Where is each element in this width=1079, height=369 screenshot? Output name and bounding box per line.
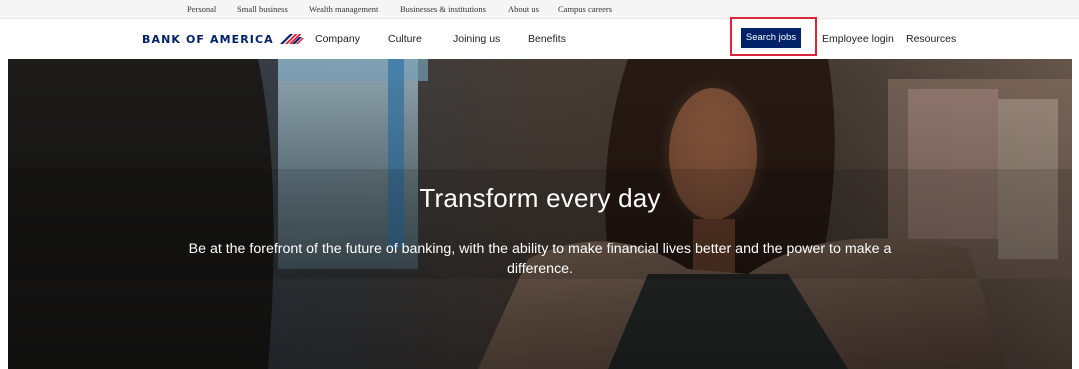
- utility-link-businesses[interactable]: Businesses & institutions: [400, 4, 486, 14]
- hero-banner: Transform every day Be at the forefront …: [8, 59, 1072, 369]
- main-nav: BANK OF AMERICA Company Culture Joining …: [0, 17, 1079, 59]
- utility-link-campus-careers[interactable]: Campus careers: [558, 4, 612, 14]
- nav-joining-us[interactable]: Joining us: [453, 33, 500, 45]
- utility-link-personal[interactable]: Personal: [187, 4, 216, 14]
- utility-link-about-us[interactable]: About us: [508, 4, 539, 14]
- hero-photo: [8, 59, 1072, 369]
- hero-subtitle: Be at the forefront of the future of ban…: [188, 241, 892, 277]
- utility-bar: Personal Small business Wealth managemen…: [0, 0, 1079, 19]
- flag-logo-icon: [279, 34, 304, 44]
- employee-login-link[interactable]: Employee login: [822, 33, 894, 45]
- utility-link-small-business[interactable]: Small business: [237, 4, 288, 14]
- hero-title: Transform every day: [419, 183, 661, 213]
- bank-of-america-logo[interactable]: BANK OF AMERICA: [142, 31, 304, 47]
- utility-link-wealth-management[interactable]: Wealth management: [309, 4, 378, 14]
- logo-text: BANK OF AMERICA: [142, 32, 274, 46]
- nav-company[interactable]: Company: [315, 33, 360, 45]
- nav-culture[interactable]: Culture: [388, 33, 422, 45]
- nav-benefits[interactable]: Benefits: [528, 33, 566, 45]
- search-jobs-button[interactable]: Search jobs: [741, 28, 801, 48]
- resources-link[interactable]: Resources: [906, 33, 956, 45]
